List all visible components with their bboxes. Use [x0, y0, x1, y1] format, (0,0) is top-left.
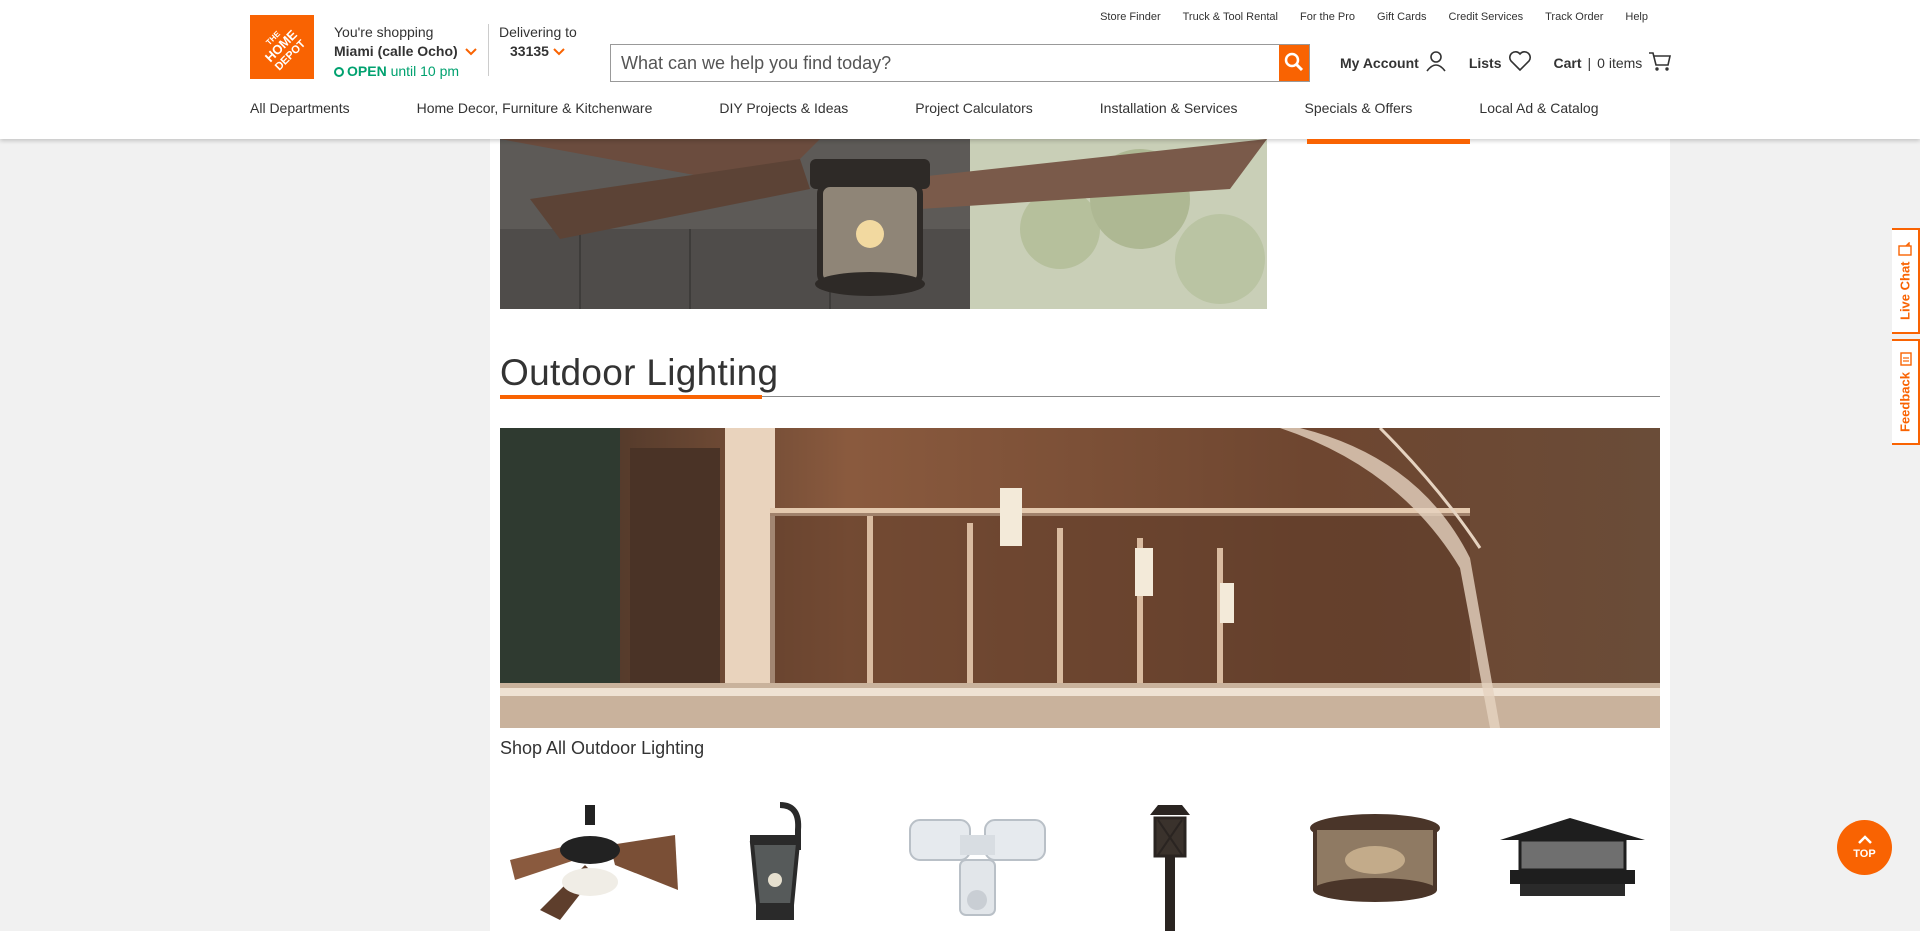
back-to-top-button[interactable]: TOP: [1837, 820, 1892, 875]
outdoor-lighting-banner[interactable]: [500, 428, 1660, 728]
search-icon: [1284, 52, 1304, 75]
account-icon: [1425, 50, 1447, 75]
nav-diy-projects[interactable]: DIY Projects & Ideas: [719, 100, 848, 139]
section-title: Outdoor Lighting: [500, 352, 779, 393]
live-chat-label: Live Chat: [1897, 261, 1913, 321]
nav-specials-offers[interactable]: Specials & Offers: [1305, 100, 1413, 139]
product-security-light[interactable]: [905, 800, 1050, 931]
delivery-zip-selector[interactable]: Delivering to 33135: [499, 23, 577, 61]
product-row: [500, 800, 1660, 931]
product-ceiling-fan[interactable]: [500, 800, 680, 931]
nav-home-decor[interactable]: Home Decor, Furniture & Kitchenware: [417, 100, 653, 139]
util-link-credit-services[interactable]: Credit Services: [1449, 11, 1524, 23]
nav-all-departments[interactable]: All Departments: [250, 100, 350, 139]
heart-icon: [1508, 50, 1532, 75]
nav-project-calculators[interactable]: Project Calculators: [915, 100, 1033, 139]
chat-icon: [1898, 241, 1913, 256]
search-bar: [610, 44, 1310, 82]
util-link-truck-tool-rental[interactable]: Truck & Tool Rental: [1183, 11, 1278, 23]
search-input[interactable]: [611, 45, 1279, 81]
product-path-light[interactable]: [1130, 800, 1210, 931]
open-status-icon: [334, 67, 344, 77]
my-account-label: My Account: [1340, 54, 1419, 71]
delivery-label: Delivering to: [499, 24, 577, 40]
title-accent-underline: [500, 395, 762, 399]
top-label: TOP: [1853, 848, 1876, 860]
chevron-up-icon: [1857, 835, 1873, 848]
lists-button[interactable]: Lists: [1469, 50, 1532, 75]
home-depot-logo[interactable]: THE HOME DEPOT: [250, 15, 314, 79]
shop-all-link[interactable]: Shop All Outdoor Lighting: [500, 738, 704, 759]
store-hours: until 10 pm: [390, 63, 460, 79]
header-divider: [488, 24, 489, 76]
live-chat-tab[interactable]: Live Chat: [1892, 228, 1920, 334]
util-link-store-finder[interactable]: Store Finder: [1100, 11, 1161, 23]
util-link-track-order[interactable]: Track Order: [1545, 11, 1603, 23]
product-post-cap-light[interactable]: [1495, 800, 1650, 931]
main-nav: All Departments Home Decor, Furniture & …: [250, 100, 1666, 139]
store-selector[interactable]: You're shopping Miami (calle Ocho) OPEN …: [334, 23, 477, 81]
util-link-help[interactable]: Help: [1625, 11, 1648, 23]
cart-icon: [1648, 50, 1672, 75]
account-area: My Account Lists Cart | 0 items: [1340, 50, 1694, 75]
lists-label: Lists: [1468, 54, 1502, 71]
util-link-for-the-pro[interactable]: For the Pro: [1300, 11, 1355, 23]
store-label: You're shopping: [334, 24, 434, 40]
active-nav-underline: [1307, 139, 1470, 144]
delivery-zip: 33135: [510, 43, 549, 59]
open-status: OPEN: [347, 63, 387, 79]
cart-button[interactable]: Cart | 0 items: [1554, 50, 1673, 75]
product-wall-lantern[interactable]: [720, 800, 830, 931]
cart-count: 0 items: [1597, 54, 1643, 71]
feedback-tab[interactable]: Feedback: [1892, 339, 1920, 445]
nav-local-ad-catalog[interactable]: Local Ad & Catalog: [1479, 100, 1598, 139]
utility-links: Store Finder Truck & Tool Rental For the…: [1100, 11, 1648, 23]
chevron-down-icon: [553, 43, 565, 59]
product-flush-mount[interactable]: [1305, 800, 1445, 931]
cart-label: Cart: [1553, 54, 1582, 71]
hero-image-ceiling-fan: [500, 139, 1267, 309]
util-link-gift-cards[interactable]: Gift Cards: [1377, 11, 1427, 23]
my-account-button[interactable]: My Account: [1340, 50, 1447, 75]
store-name: Miami (calle Ocho): [334, 43, 458, 59]
chevron-down-icon: [462, 45, 477, 59]
site-header: THE HOME DEPOT You're shopping Miami (ca…: [0, 0, 1920, 139]
feedback-icon: [1898, 352, 1913, 366]
search-button[interactable]: [1279, 45, 1309, 81]
feedback-label: Feedback: [1897, 372, 1913, 432]
nav-installation-services[interactable]: Installation & Services: [1100, 100, 1238, 139]
